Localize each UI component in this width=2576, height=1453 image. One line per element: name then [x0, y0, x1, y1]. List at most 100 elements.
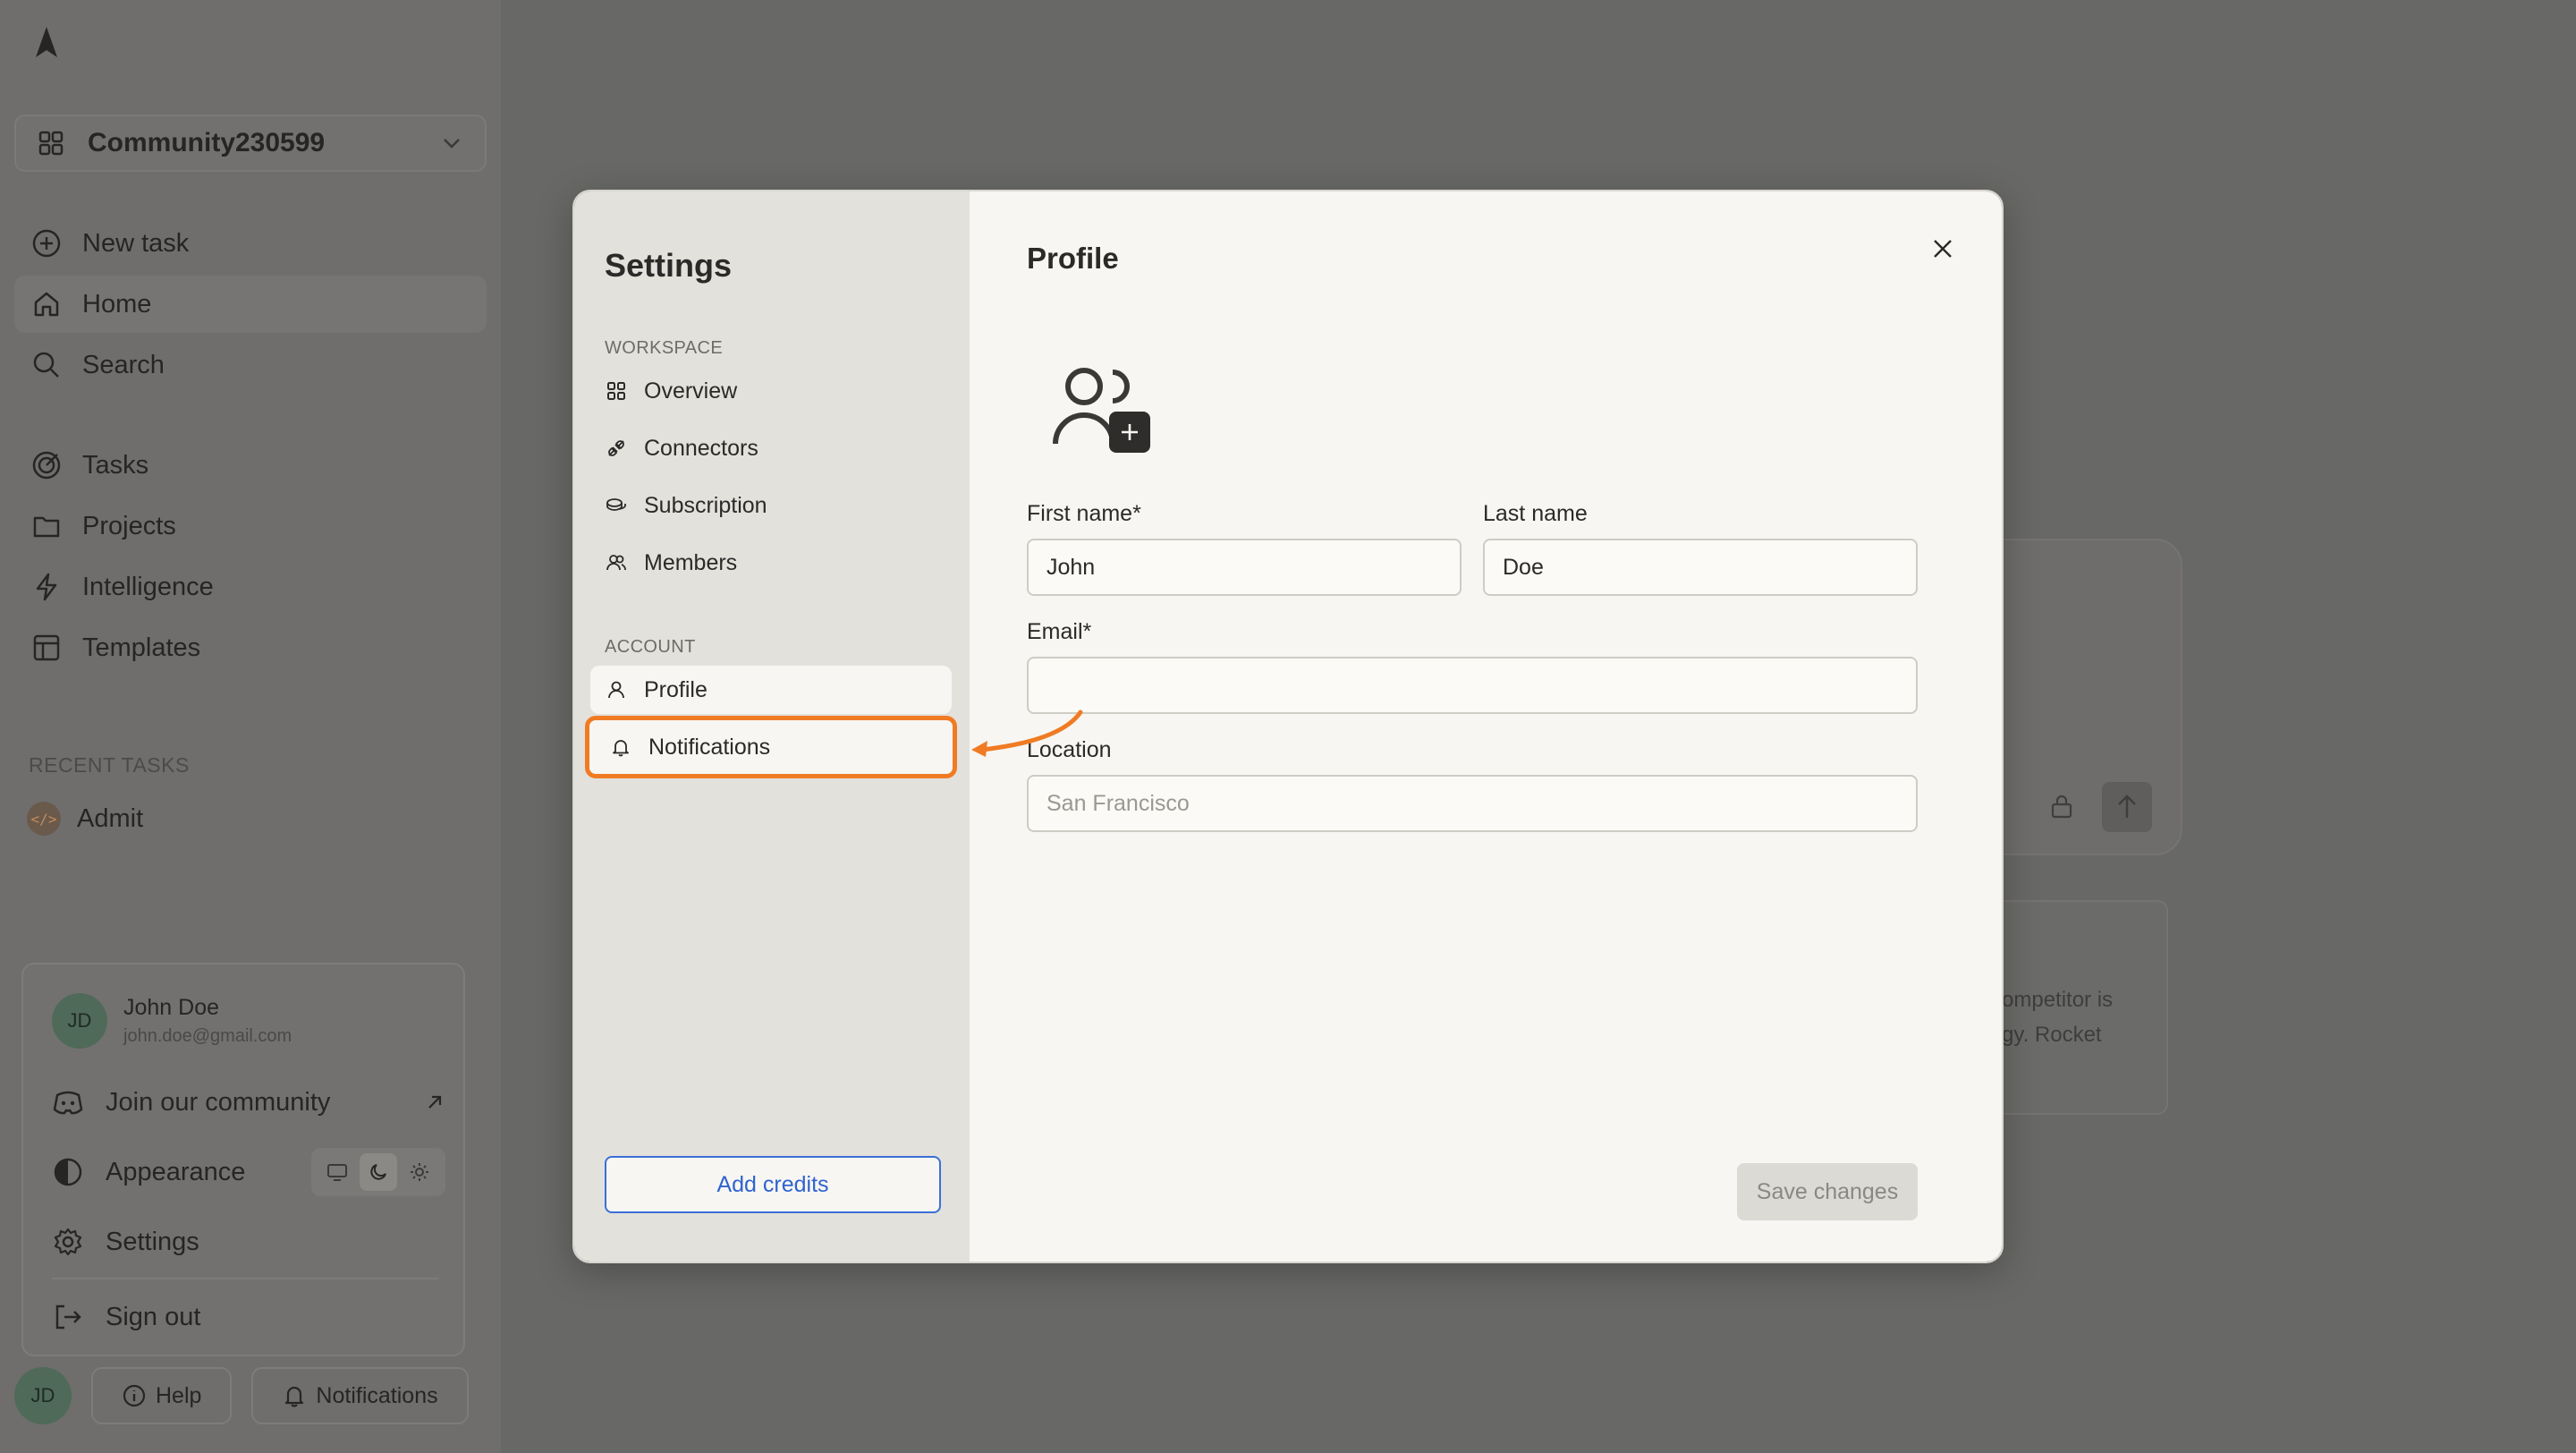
settings-item-subscription[interactable]: Subscription [590, 481, 952, 530]
avatar: JD [52, 993, 107, 1049]
notifications-button[interactable]: Notifications [251, 1367, 469, 1424]
settings-item-label: Profile [644, 676, 708, 702]
plus-icon [1122, 424, 1138, 440]
recent-tasks-heading: RECENT TASKS [29, 753, 190, 777]
last-name-field[interactable] [1483, 539, 1918, 596]
nav-home[interactable]: Home [14, 276, 487, 333]
settings-title: Settings [605, 247, 733, 284]
settings-item-label: Members [644, 549, 738, 575]
save-button[interactable]: Save changes [1737, 1163, 1918, 1220]
search-icon [30, 349, 63, 381]
send-button [2102, 782, 2152, 832]
recent-task-label: Admit [77, 803, 144, 833]
settings-item[interactable]: Settings [52, 1215, 445, 1269]
background-card-line: ompetitor is [2002, 988, 2114, 1012]
coins-icon [605, 494, 628, 517]
appearance-label: Appearance [106, 1157, 246, 1186]
help-button[interactable]: Help [91, 1367, 233, 1424]
help-label: Help [156, 1382, 202, 1408]
code-icon: </> [27, 802, 61, 836]
lock-icon [2051, 794, 2072, 819]
user-name: John Doe [123, 995, 220, 1020]
recent-task-admit[interactable]: </> Admit [27, 802, 143, 836]
folder-icon [30, 510, 63, 542]
email-label: Email* [1027, 619, 1092, 644]
nav-tasks[interactable]: Tasks [14, 437, 487, 494]
arrow-up-icon [2118, 794, 2136, 818]
plug-icon [605, 437, 628, 460]
last-name-label: Last name [1483, 501, 1588, 526]
bell-icon [285, 1386, 304, 1407]
plus-circle-icon [30, 227, 63, 259]
moon-icon[interactable] [360, 1153, 397, 1191]
location-field[interactable] [1027, 775, 1918, 832]
nav-new-task[interactable]: New task [14, 215, 487, 272]
settings-sidebar: Settings WORKSPACE Overview Connectors S… [574, 191, 970, 1262]
contrast-icon [54, 1158, 82, 1186]
first-name-field[interactable] [1027, 539, 1462, 596]
add-credits-button[interactable]: Add credits [605, 1156, 941, 1213]
settings-modal: Settings WORKSPACE Overview Connectors S… [572, 190, 2004, 1263]
appearance-item: Appearance [52, 1145, 445, 1199]
theme-toggle [311, 1148, 445, 1196]
workspace-name: Community230599 [88, 128, 326, 157]
sidebar: Community230599 New task Home Search Tas… [0, 0, 501, 1453]
user-email: john.doe@gmail.com [123, 1026, 292, 1046]
bolt-icon [30, 571, 63, 603]
home-icon [30, 288, 63, 320]
bell-icon [609, 735, 632, 759]
settings-item-overview[interactable]: Overview [590, 367, 952, 415]
sign-out-label: Sign out [106, 1302, 201, 1331]
workspace-group-label: WORKSPACE [605, 338, 724, 358]
nav-label: Intelligence [82, 572, 214, 601]
nav-intelligence[interactable]: Intelligence [14, 558, 487, 616]
user-menu: JD John Doe john.doe@gmail.com Join our … [21, 963, 465, 1356]
target-icon [30, 449, 63, 481]
chevron-down-icon [444, 139, 460, 149]
join-community-item[interactable]: Join our community [52, 1075, 445, 1129]
settings-item-notifications[interactable]: Notifications [585, 716, 957, 778]
settings-item-label: Overview [644, 378, 738, 404]
info-icon [123, 1384, 146, 1407]
workspace-selector[interactable]: Community230599 [14, 115, 487, 172]
discord-icon [53, 1091, 83, 1115]
sign-out-icon [55, 1304, 81, 1330]
gear-icon [54, 1228, 82, 1256]
avatar[interactable]: JD [14, 1367, 72, 1424]
bottom-bar: JD Help Notifications [14, 1367, 469, 1424]
email-field[interactable] [1027, 657, 1918, 714]
settings-item-label: Subscription [644, 492, 767, 518]
first-name-label: First name* [1027, 501, 1141, 526]
nav-label: Templates [82, 633, 201, 662]
grid-icon [38, 131, 64, 156]
settings-item-label: Notifications [648, 734, 771, 760]
upload-photo-button[interactable] [1109, 412, 1150, 453]
external-link-icon [428, 1095, 442, 1109]
profile-title: Profile [1027, 242, 1119, 275]
user-info: JD John Doe john.doe@gmail.com [52, 993, 292, 1049]
close-button[interactable] [1921, 227, 1964, 270]
user-icon [605, 678, 628, 701]
app-logo-icon [36, 27, 57, 57]
account-group-label: ACCOUNT [605, 637, 696, 657]
users-icon [605, 551, 628, 574]
sun-icon[interactable] [401, 1153, 438, 1191]
monitor-icon[interactable] [318, 1153, 356, 1191]
nav-label: Projects [82, 511, 176, 540]
settings-item-profile[interactable]: Profile [590, 666, 952, 714]
nav-label: New task [82, 228, 190, 258]
layout-icon [30, 632, 63, 664]
close-icon [1934, 240, 1952, 258]
nav-label: Home [82, 289, 152, 319]
sign-out-item[interactable]: Sign out [52, 1290, 445, 1344]
nav-projects[interactable]: Projects [14, 497, 487, 555]
nav-label: Search [82, 350, 165, 379]
nav-label: Tasks [82, 450, 149, 480]
nav-templates[interactable]: Templates [14, 619, 487, 676]
settings-item-members[interactable]: Members [590, 539, 952, 587]
background-card-line: gy. Rocket [2002, 1023, 2102, 1047]
nav-search[interactable]: Search [14, 336, 487, 394]
settings-label: Settings [106, 1227, 199, 1256]
profile-panel: Profile First name* Last name Email* Loc… [970, 191, 2002, 1262]
settings-item-connectors[interactable]: Connectors [590, 424, 952, 472]
